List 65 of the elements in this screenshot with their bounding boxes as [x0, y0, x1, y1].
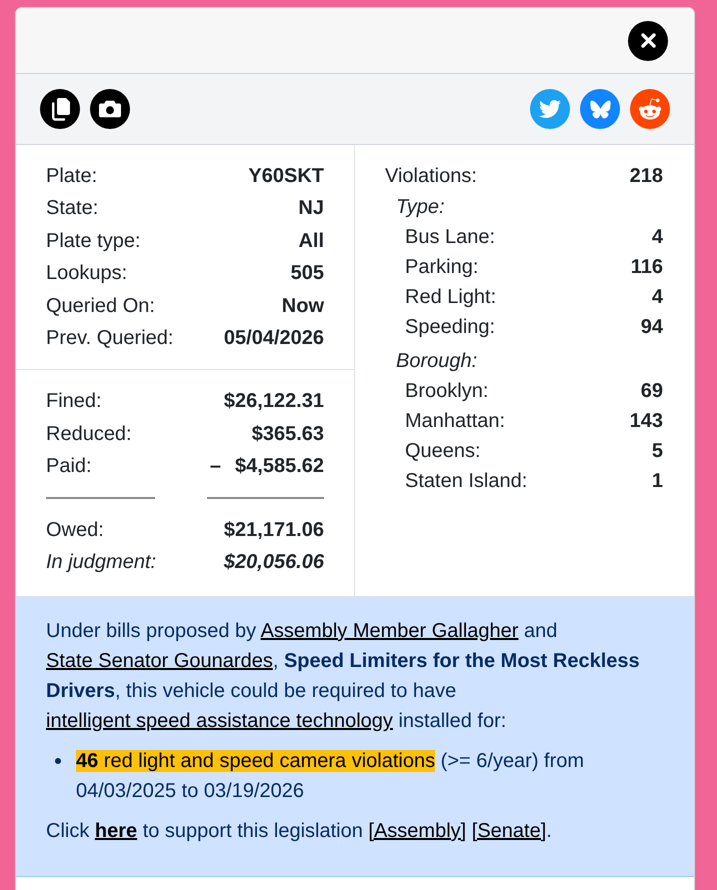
share-button[interactable] [580, 89, 620, 129]
field-value: $21,171.06 [224, 518, 324, 543]
field-value: $365.63 [252, 422, 324, 447]
category-label: Speeding: [405, 315, 496, 340]
field-value: Y60SKT [248, 164, 324, 189]
field-value: $20,056.06 [224, 550, 324, 576]
field-label: Lookups: [46, 261, 128, 286]
field-label: Prev. Queried: [46, 326, 174, 352]
field-label: Owed: [46, 518, 104, 543]
text-link[interactable]: [Assembly] [368, 820, 466, 842]
share-button[interactable] [630, 89, 670, 129]
field-value: 05/04/2026 [224, 326, 324, 352]
minus-sign: – [210, 454, 222, 480]
text-link[interactable]: Assembly Member Gallagher [260, 620, 518, 642]
text-link[interactable]: here [94, 820, 138, 842]
category-label: Staten Island: [405, 469, 528, 494]
copy-icon [50, 98, 70, 120]
category-label: Manhattan: [405, 409, 506, 434]
violations-label: Violations: [385, 164, 477, 189]
bullet-text: 46 red light and speed camera violations (>= 6/year) from 04/03/2025 to 03/19/2026 [76, 749, 586, 804]
category-count: 94 [640, 315, 663, 340]
field-label: State: [46, 196, 98, 222]
category-label: Parking: [405, 255, 478, 280]
category-count: 116 [630, 255, 663, 280]
bullet-icon [55, 758, 61, 764]
field-value: $26,122.31 [224, 389, 324, 414]
close-button[interactable] [628, 20, 668, 60]
category-count: 4 [652, 225, 663, 250]
field-label: Plate type: [46, 228, 141, 254]
field-label: Plate: [46, 164, 98, 189]
category-count: 69 [640, 379, 663, 404]
text-link[interactable]: State Senator Gounardes [46, 650, 273, 672]
group-heading: Borough: [396, 350, 478, 372]
bird-icon [539, 98, 561, 120]
copy-button[interactable] [40, 89, 80, 129]
field-label: Fined: [46, 389, 102, 414]
alien-icon [638, 97, 662, 121]
share-button[interactable] [530, 89, 570, 129]
field-value: All [298, 228, 324, 254]
category-label: Brooklyn: [405, 379, 488, 404]
violations-count: 218 [630, 164, 663, 189]
field-label: Paid: [46, 454, 92, 480]
notice-paragraph: Under bills proposed by Assembly Member Gallagher and State Senator Gounardes, Speed Limiters for the Most Reckless Drivers, this vehicle could be required to have intelligent speed assistance technology installed for: [46, 619, 641, 734]
camera-button[interactable] [90, 89, 130, 129]
group-heading: Type: [396, 196, 445, 218]
text-link[interactable]: intelligent speed assistance technology [46, 710, 393, 732]
close-icon [640, 33, 656, 48]
butterfly-icon [590, 100, 610, 118]
field-value: NJ [298, 196, 324, 222]
notice-paragraph: Click here to support this legislation [Assembly] [Senate]. [46, 819, 553, 844]
camera-icon [99, 100, 121, 118]
category-count: 4 [652, 285, 663, 310]
field-value: Now [282, 294, 324, 319]
field-label: Reduced: [46, 422, 132, 447]
category-label: Bus Lane: [405, 225, 496, 250]
field-label: In judgment: [46, 550, 156, 576]
category-count: 1 [652, 469, 663, 494]
field-value: $4,585.62 [235, 454, 324, 480]
text-link[interactable]: [Senate] [472, 820, 546, 842]
category-count: 143 [630, 409, 663, 434]
category-label: Red Light: [405, 285, 496, 310]
category-count: 5 [652, 439, 663, 464]
category-label: Queens: [405, 439, 481, 464]
field-value: 505 [290, 261, 324, 286]
field-label: Queried On: [46, 294, 155, 319]
